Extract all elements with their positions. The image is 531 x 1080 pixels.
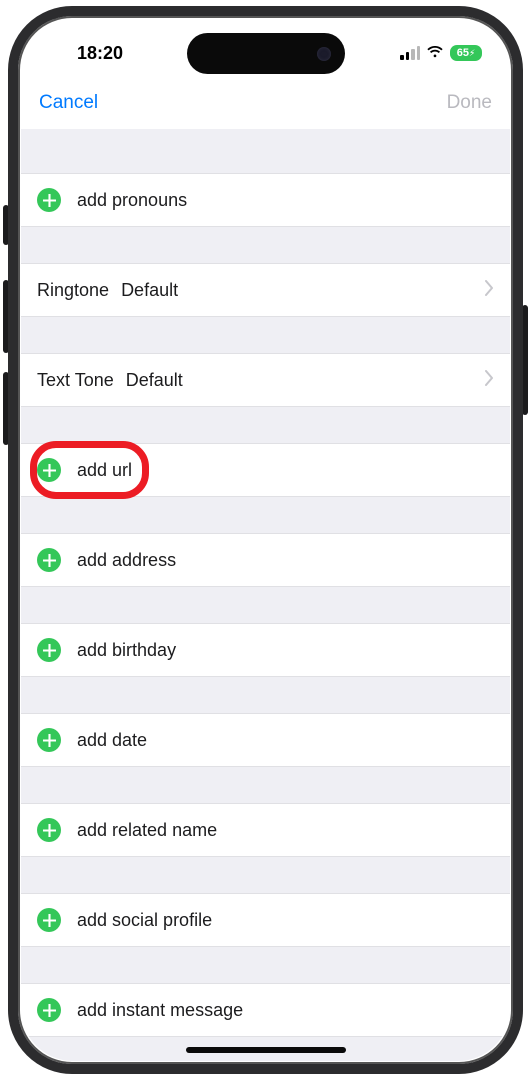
row-value: Default (126, 370, 183, 391)
ringtone-row[interactable]: Ringtone Default (21, 264, 510, 316)
nav-bar: Cancel Done (21, 77, 510, 129)
charging-icon: ⚡︎ (469, 48, 475, 59)
plus-icon (37, 548, 61, 572)
plus-icon (37, 728, 61, 752)
row-label: add date (77, 730, 147, 751)
row-label: add instant message (77, 1000, 243, 1021)
chevron-right-icon (485, 280, 494, 301)
dynamic-island (187, 33, 345, 74)
plus-icon (37, 908, 61, 932)
edit-contact-scrollview[interactable]: add pronouns Ringtone Default Text Tone … (21, 129, 510, 1061)
add-social-profile-row[interactable]: add social profile (21, 894, 510, 946)
add-related-name-row[interactable]: add related name (21, 804, 510, 856)
plus-icon (37, 638, 61, 662)
row-label: add pronouns (77, 190, 187, 211)
add-address-row[interactable]: add address (21, 534, 510, 586)
row-label: add social profile (77, 910, 212, 931)
plus-icon (37, 458, 61, 482)
phone-frame: 18:20 65⚡︎ Cancel Done (8, 6, 523, 1074)
home-indicator[interactable] (186, 1047, 346, 1053)
row-key: Text Tone (37, 370, 114, 391)
add-url-row[interactable]: add url (21, 444, 510, 496)
camera-lens-icon (317, 47, 331, 61)
wifi-icon (426, 46, 444, 60)
cancel-button[interactable]: Cancel (39, 92, 98, 114)
row-label: add address (77, 550, 176, 571)
row-value: Default (121, 280, 178, 301)
row-label: add url (77, 460, 132, 481)
plus-icon (37, 998, 61, 1022)
cellular-signal-icon (400, 46, 420, 60)
plus-icon (37, 818, 61, 842)
texttone-row[interactable]: Text Tone Default (21, 354, 510, 406)
battery-icon: 65⚡︎ (450, 45, 482, 61)
status-time: 18:20 (77, 43, 123, 64)
add-instant-message-row[interactable]: add instant message (21, 984, 510, 1036)
battery-percent: 65 (457, 47, 469, 59)
row-label: add birthday (77, 640, 176, 661)
row-label: add related name (77, 820, 217, 841)
row-key: Ringtone (37, 280, 109, 301)
add-date-row[interactable]: add date (21, 714, 510, 766)
add-birthday-row[interactable]: add birthday (21, 624, 510, 676)
done-button[interactable]: Done (447, 92, 492, 114)
plus-icon (37, 188, 61, 212)
add-pronouns-row[interactable]: add pronouns (21, 174, 510, 226)
chevron-right-icon (485, 370, 494, 391)
